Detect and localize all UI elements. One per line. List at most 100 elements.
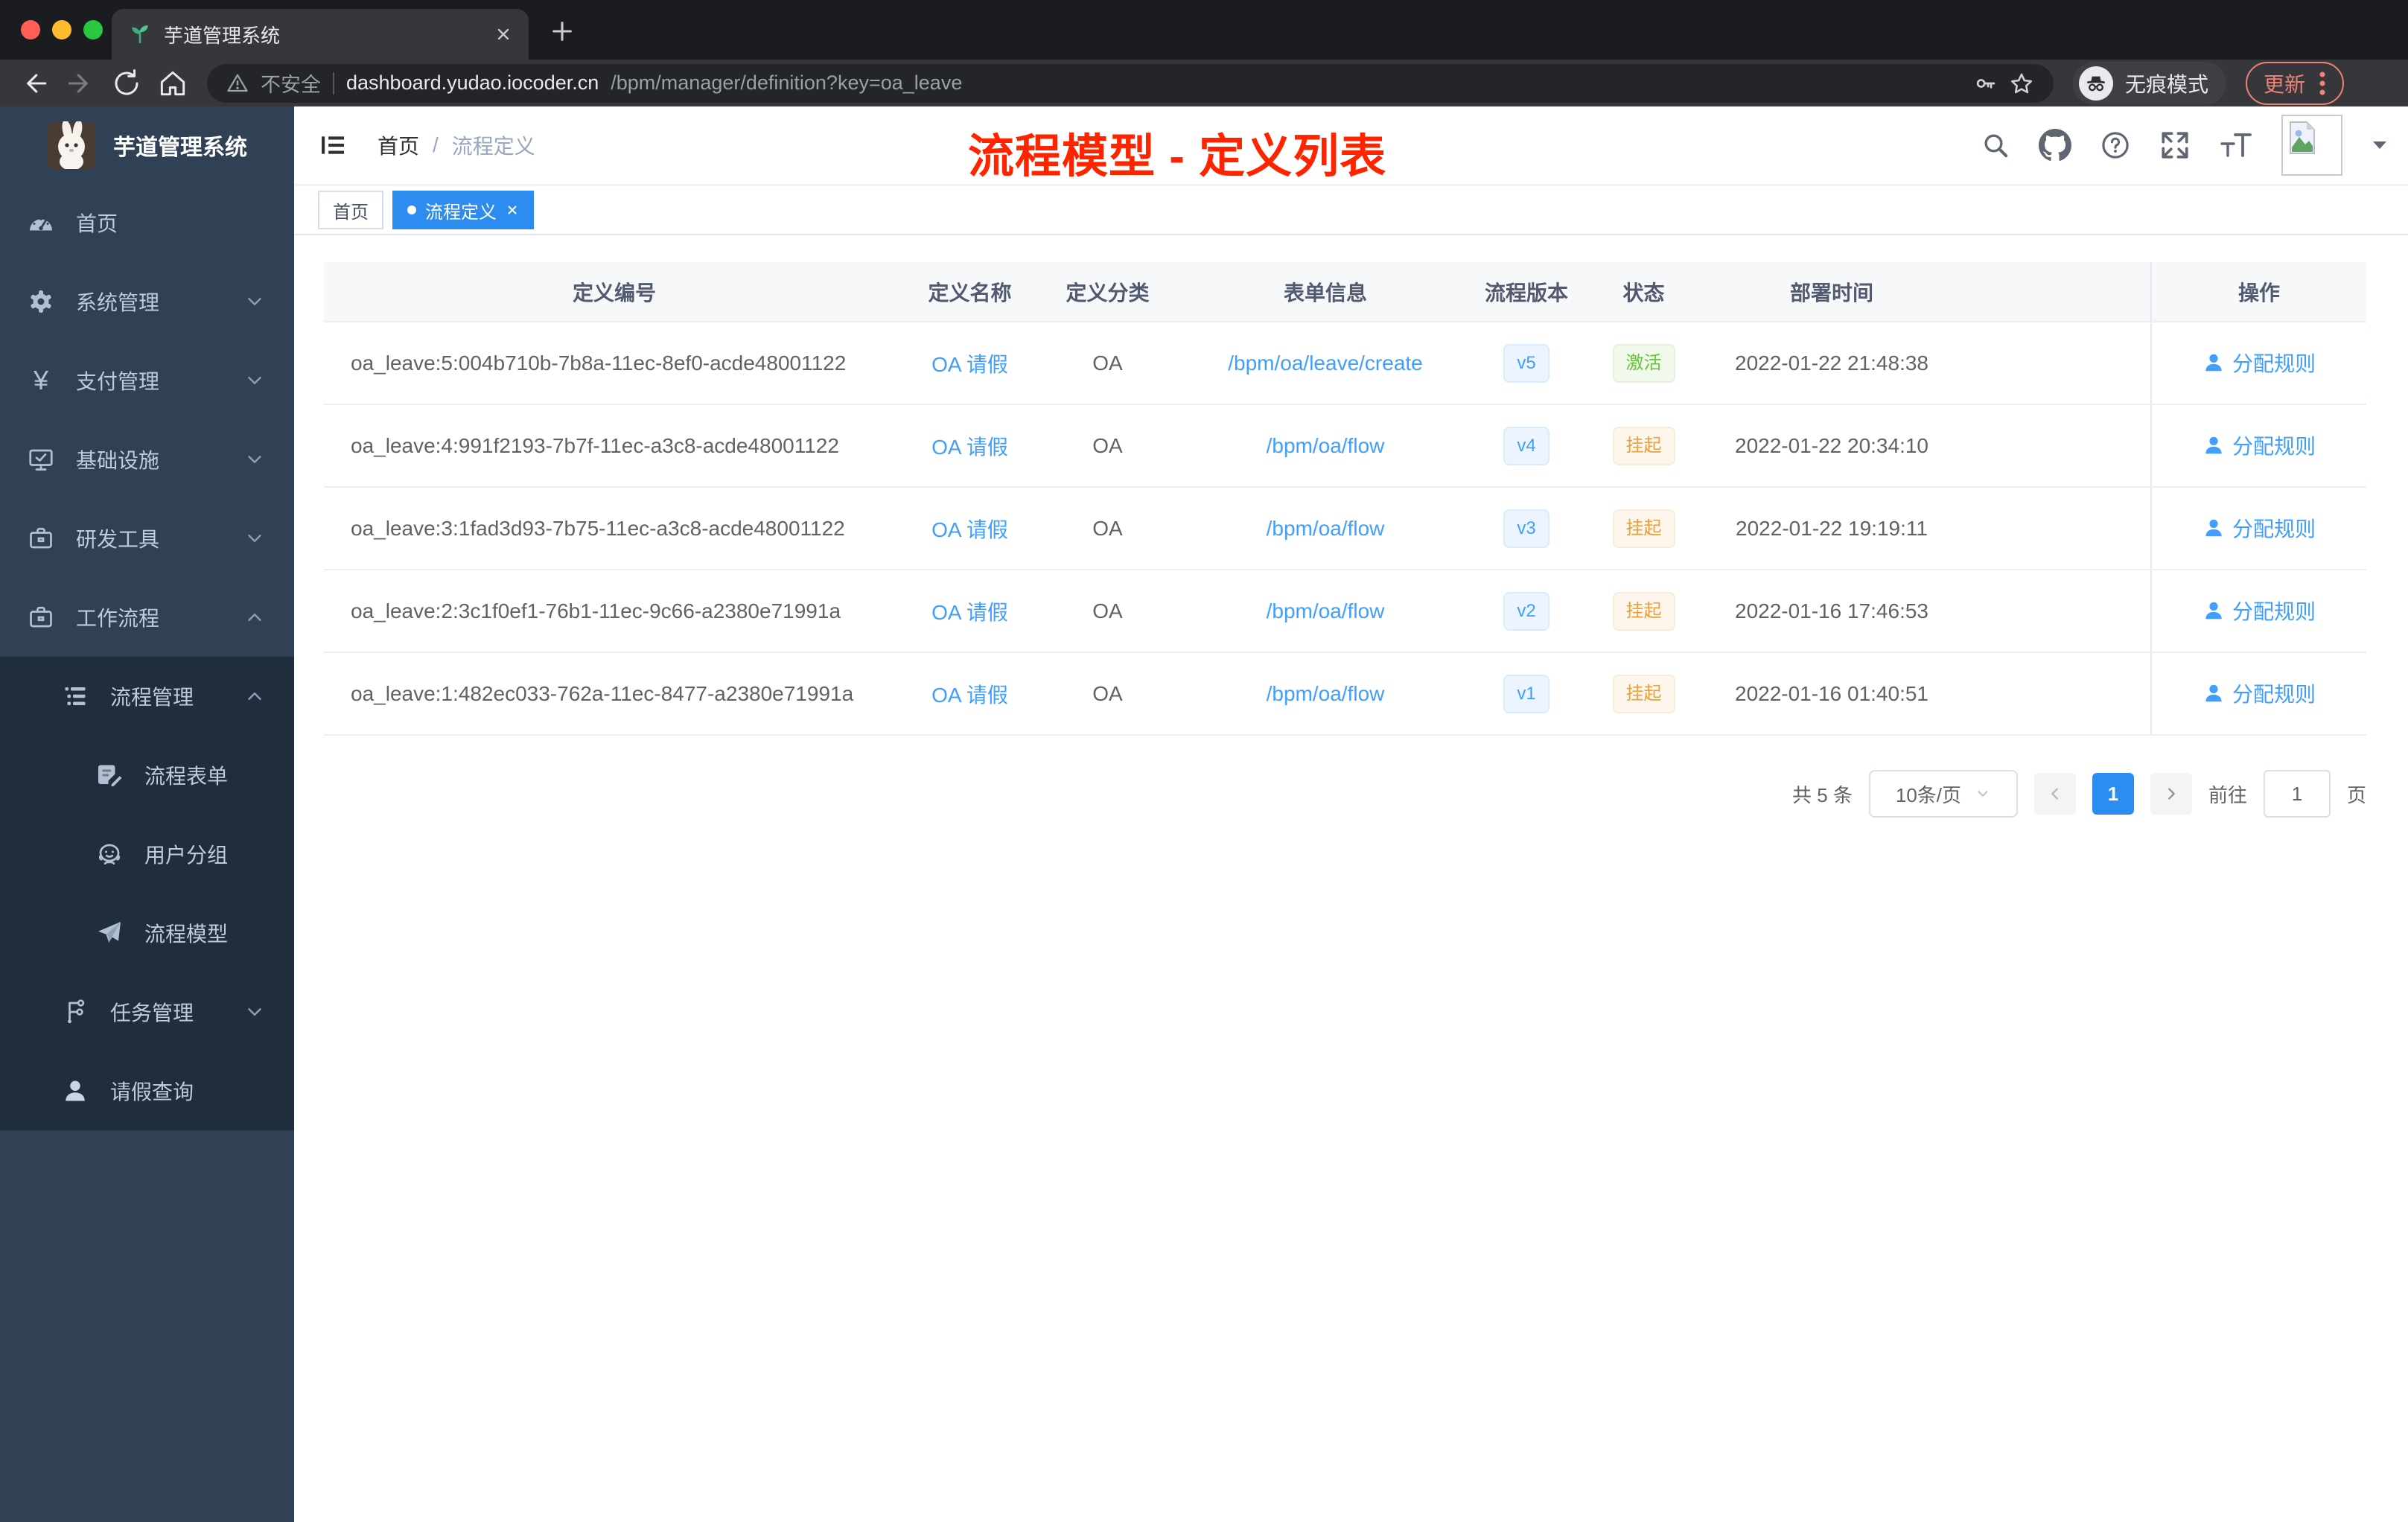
assign-rule-label: 分配规则	[2232, 599, 2316, 623]
org-tree-icon	[61, 998, 89, 1026]
definition-id-cell: oa_leave:3:1fad3d93-7b75-11ec-a3c8-acde4…	[324, 487, 905, 570]
definition-name-link[interactable]: OA 请假	[931, 601, 1008, 624]
version-cell: v3	[1471, 487, 1582, 570]
status-cell: 挂起	[1582, 570, 1705, 653]
goto-page-input[interactable]	[2263, 770, 2331, 818]
deploy-time-cell: 2022-01-22 19:19:11	[1705, 487, 1958, 570]
action-cell: 分配规则	[2150, 404, 2366, 488]
definition-category-cell: OA	[1035, 487, 1180, 570]
incognito-icon	[2079, 66, 2113, 101]
sidebar-item-task-management[interactable]: 任务管理	[0, 972, 294, 1051]
browser-tab[interactable]: 芋道管理系统	[112, 9, 529, 60]
breadcrumb-home[interactable]: 首页	[378, 130, 419, 160]
window-zoom-button[interactable]	[83, 20, 103, 39]
user-avatar[interactable]	[2281, 115, 2342, 176]
assign-rule-link[interactable]: 分配规则	[2202, 430, 2316, 460]
not-secure-warning-icon[interactable]	[226, 72, 249, 95]
sidebar-item-user-group[interactable]: 用户分组	[0, 815, 294, 894]
page-number-1[interactable]: 1	[2092, 773, 2134, 815]
sidebar-item-home[interactable]: 首页	[0, 183, 294, 262]
tag-close-icon[interactable]	[506, 203, 519, 217]
definition-name-link[interactable]: OA 请假	[931, 518, 1008, 541]
next-page-button[interactable]	[2150, 773, 2192, 815]
assign-rule-link[interactable]: 分配规则	[2202, 513, 2316, 543]
url-path: /bpm/manager/definition?key=oa_leave	[611, 71, 963, 94]
browser-tabstrip: 芋道管理系统	[0, 0, 2408, 60]
new-tab-button[interactable]	[547, 16, 577, 46]
assign-rule-link[interactable]: 分配规则	[2202, 348, 2316, 378]
status-badge: 激活	[1612, 343, 1675, 383]
pagination: 共 5 条 10条/页 1 前往 页	[324, 770, 2366, 818]
definition-name-cell: OA 请假	[905, 487, 1035, 570]
sidebar-item-workflow[interactable]: 工作流程	[0, 578, 294, 657]
definition-name-link[interactable]: OA 请假	[931, 684, 1008, 707]
definition-name-link[interactable]: OA 请假	[931, 436, 1008, 459]
tag-home[interactable]: 首页	[318, 191, 383, 229]
reload-button[interactable]	[107, 64, 146, 103]
assign-rule-label: 分配规则	[2232, 682, 2316, 706]
github-icon[interactable]	[2039, 129, 2071, 162]
definition-category-cell: OA	[1035, 404, 1180, 488]
user-solid-icon	[2202, 599, 2225, 622]
assign-rule-label: 分配规则	[2232, 434, 2316, 458]
assign-rule-label: 分配规则	[2232, 517, 2316, 541]
sidebar-item-payment-management[interactable]: ¥ 支付管理	[0, 341, 294, 420]
sidebar-item-process-management[interactable]: 流程管理	[0, 657, 294, 736]
version-cell: v4	[1471, 404, 1582, 488]
forward-button[interactable]	[61, 64, 100, 103]
site-favicon-icon	[128, 22, 152, 46]
chevron-down-icon	[243, 448, 266, 471]
form-info-link[interactable]: /bpm/oa/flow	[1267, 517, 1385, 540]
url-bar[interactable]: 不安全 dashboard.yudao.iocoder.cn/bpm/manag…	[207, 63, 2054, 103]
sidebar-toggle-icon[interactable]	[318, 130, 348, 160]
home-button[interactable]	[153, 64, 192, 103]
page-content: 定义编号 定义名称 定义分类 表单信息 流程版本 状态 部署时间 操作 oa_leave:5:…	[294, 235, 2408, 818]
action-cell: 分配规则	[2150, 570, 2366, 653]
form-info-link[interactable]: /bpm/oa/flow	[1267, 434, 1385, 457]
breadcrumb-separator: /	[433, 133, 439, 156]
font-size-icon[interactable]	[2219, 130, 2253, 160]
tag-process-definition[interactable]: 流程定义	[392, 191, 534, 229]
app-navbar: 首页 / 流程定义 流程模型 - 定义列表	[294, 106, 2408, 186]
action-cell: 分配规则	[2150, 652, 2366, 736]
incognito-badge: 无痕模式	[2073, 61, 2227, 105]
bookmark-star-icon[interactable]	[2009, 71, 2034, 96]
assign-rule-link[interactable]: 分配规则	[2202, 678, 2316, 708]
browser-menu-icon[interactable]	[2319, 70, 2326, 97]
fullscreen-icon[interactable]	[2159, 130, 2191, 161]
chevron-down-icon	[243, 527, 266, 550]
sidebar-item-label: 请假查询	[110, 1080, 194, 1104]
search-icon[interactable]	[1981, 130, 2010, 160]
sidebar-logo[interactable]: 芋道管理系统	[0, 106, 294, 183]
form-info-link[interactable]: /bpm/oa/flow	[1267, 599, 1385, 623]
table-row: oa_leave:2:3c1f0ef1-76b1-11ec-9c66-a2380…	[324, 570, 2366, 653]
browser-update-button[interactable]: 更新	[2246, 61, 2345, 105]
back-button[interactable]	[15, 64, 54, 103]
page-size-select[interactable]: 10条/页	[1868, 770, 2018, 818]
sidebar-item-dev-tools[interactable]: 研发工具	[0, 499, 294, 578]
definition-id-cell: oa_leave:2:3c1f0ef1-76b1-11ec-9c66-a2380…	[324, 570, 905, 653]
logo-avatar	[48, 121, 95, 169]
app-title: 芋道管理系统	[113, 135, 247, 160]
window-minimize-button[interactable]	[52, 20, 71, 39]
password-key-icon[interactable]	[1973, 71, 1997, 95]
definition-name-link[interactable]: OA 请假	[931, 353, 1008, 376]
sidebar-item-infrastructure[interactable]: 基础设施	[0, 420, 294, 499]
version-cell: v2	[1471, 570, 1582, 653]
sidebar-item-process-form[interactable]: 流程表单	[0, 736, 294, 815]
tag-label: 首页	[333, 202, 369, 223]
form-info-link[interactable]: /bpm/oa/leave/create	[1228, 351, 1423, 375]
sidebar-item-label: 基础设施	[76, 449, 160, 472]
assign-rule-link[interactable]: 分配规则	[2202, 596, 2316, 625]
sidebar-item-system-management[interactable]: 系统管理	[0, 262, 294, 341]
tab-close-icon[interactable]	[494, 25, 512, 43]
help-icon[interactable]	[2100, 130, 2131, 161]
sidebar-item-leave-query[interactable]: 请假查询	[0, 1051, 294, 1130]
status-badge: 挂起	[1612, 591, 1675, 631]
window-close-button[interactable]	[21, 20, 40, 39]
form-info-cell: /bpm/oa/flow	[1180, 487, 1471, 570]
avatar-caret-down-icon[interactable]	[2371, 138, 2389, 152]
prev-page-button[interactable]	[2033, 773, 2076, 815]
form-info-link[interactable]: /bpm/oa/flow	[1267, 682, 1385, 705]
sidebar-item-process-model[interactable]: 流程模型	[0, 894, 294, 972]
